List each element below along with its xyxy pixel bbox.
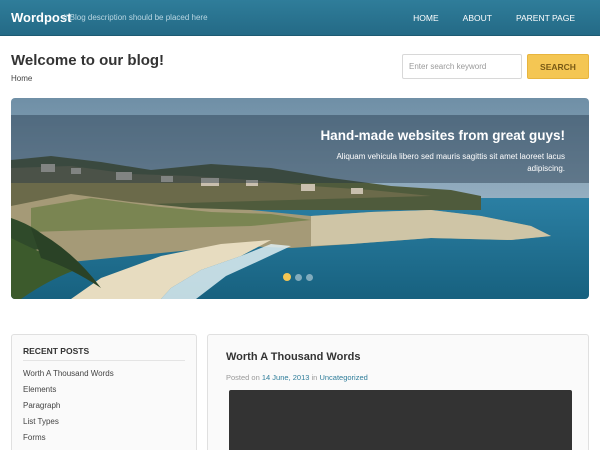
post-category-link[interactable]: Uncategorized [319,373,367,382]
slide-text: Aliquam vehicula libero sed mauris sagit… [336,152,565,173]
recent-post-link[interactable]: Worth A Thousand Words [23,369,114,378]
posted-on-label: Posted on [226,373,260,382]
post-featured-image [229,390,572,450]
search-button[interactable]: SEARCH [527,54,589,79]
recent-post-link[interactable]: List Types [23,417,59,426]
post-title[interactable]: Worth A Thousand Words [226,351,360,363]
slide-title: Hand-made websites from great guys! [320,128,565,143]
slider-dot-2[interactable] [295,274,302,281]
slider-pagination [283,273,313,281]
recent-post-link[interactable]: Elements [23,385,56,394]
post-meta: Posted on 14 June, 2013 in Uncategorized [226,373,368,382]
nav-parent-page[interactable]: PARENT PAGE [504,0,600,36]
page-title: Welcome to our blog! [11,52,165,69]
hero-slider: Hand-made websites from great guys! Aliq… [11,98,589,299]
nav-about[interactable]: ABOUT [451,0,504,36]
site-tagline: // Blog description should be placed her… [63,13,208,22]
nav-home[interactable]: HOME [401,0,451,36]
main-nav: HOME ABOUT PARENT PAGE [401,0,600,36]
widget-divider [23,360,185,361]
search-input[interactable] [402,54,522,79]
breadcrumb[interactable]: Home [11,74,32,83]
widget-title: RECENT POSTS [23,346,90,356]
slider-dot-3[interactable] [306,274,313,281]
slider-dot-1[interactable] [283,273,291,281]
in-label: in [311,373,318,382]
recent-post-link[interactable]: Forms [23,433,46,442]
blog-post: Worth A Thousand Words Posted on 14 June… [207,334,589,450]
recent-post-link[interactable]: Paragraph [23,401,60,410]
top-navigation-bar: Wordpost // Blog description should be p… [0,0,600,36]
recent-posts-widget: RECENT POSTS Worth A Thousand Words Elem… [11,334,197,450]
post-date-link[interactable]: 14 June, 2013 [262,373,310,382]
